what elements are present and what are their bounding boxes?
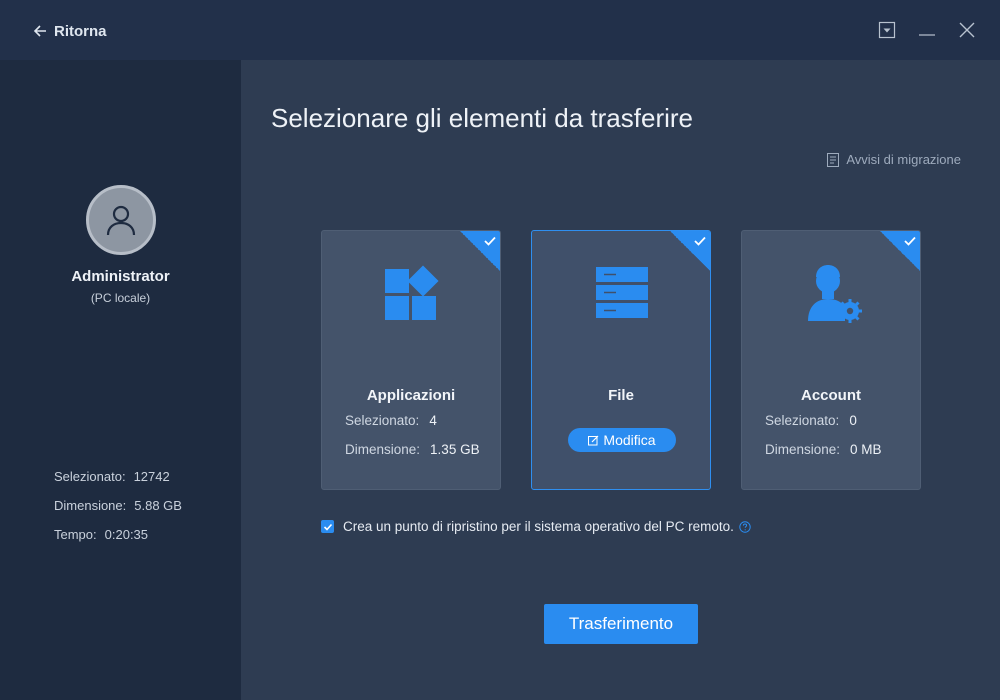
checkmark-icon [694, 236, 706, 246]
dropdown-menu-button[interactable] [877, 20, 897, 40]
card-applications[interactable]: Applicazioni Selezionato: 4 Dimensione: … [321, 230, 501, 490]
stat-selected: Selezionato: 12742 [54, 469, 182, 498]
restore-point-label: Crea un punto di ripristino per il siste… [343, 519, 734, 534]
card-selected-value: 4 [429, 413, 437, 428]
back-button[interactable]: Ritorna [32, 20, 107, 42]
minimize-button[interactable] [917, 20, 937, 40]
stat-value: 5.88 GB [134, 498, 182, 513]
stat-value: 12742 [133, 469, 170, 484]
card-title: Account [801, 387, 861, 404]
card-selected-label: Selezionato: [765, 413, 840, 428]
card-size-label: Dimensione: [765, 442, 841, 457]
card-selected-row: Selezionato: 4 [345, 413, 437, 428]
close-button[interactable] [957, 20, 977, 40]
stat-time: Tempo: 0:20:35 [54, 527, 182, 556]
page-title: Selezionare gli elementi da trasferire [271, 103, 693, 133]
stat-size: Dimensione: 5.88 GB [54, 498, 182, 527]
card-account[interactable]: Account Selezionato: 0 Dimensione: 0 MB [741, 230, 921, 490]
close-icon [959, 22, 975, 38]
edit-label: Modifica [603, 432, 656, 448]
card-file[interactable]: File Modifica [531, 230, 711, 490]
card-size-label: Dimensione: [345, 442, 421, 457]
migration-notes-label: Avvisi di migrazione [846, 152, 961, 167]
stat-label: Tempo: [54, 527, 97, 542]
document-icon [827, 152, 840, 167]
card-size-row: Dimensione: 0 MB [765, 442, 882, 457]
edit-icon [588, 435, 599, 445]
card-size-value: 0 MB [850, 442, 882, 457]
checkmark-icon [904, 236, 916, 246]
help-icon[interactable] [739, 520, 751, 533]
card-size-value: 1.35 GB [430, 442, 480, 457]
card-size-row: Dimensione: 1.35 GB [345, 442, 480, 457]
edit-button[interactable]: Modifica [568, 428, 676, 452]
avatar [86, 185, 156, 255]
account-settings-icon [808, 265, 862, 323]
selected-corner [460, 231, 500, 271]
checkmark-icon [323, 523, 332, 531]
title-bar: Ritorna [0, 0, 1000, 60]
transfer-button[interactable]: Trasferimento [544, 604, 698, 644]
stat-label: Selezionato: [54, 469, 126, 484]
transfer-stats: Selezionato: 12742 Dimensione: 5.88 GB T… [54, 469, 182, 556]
user-name: Administrator [71, 268, 170, 285]
card-title: Applicazioni [366, 387, 456, 404]
stat-label: Dimensione: [54, 498, 127, 513]
checkmark-icon [484, 236, 496, 246]
restore-point-checkbox[interactable] [321, 520, 334, 533]
restore-point-option: Crea un punto di ripristino per il siste… [321, 519, 751, 534]
selected-corner [880, 231, 920, 271]
user-location: (PC locale) [90, 291, 151, 305]
migration-notes-link[interactable]: Avvisi di migrazione [826, 152, 961, 167]
user-icon [106, 205, 136, 236]
card-selected-value: 0 [849, 413, 857, 428]
files-icon [596, 267, 648, 318]
card-selected-row: Selezionato: 0 [765, 413, 857, 428]
arrow-left-icon [33, 25, 46, 37]
selected-corner [670, 231, 710, 271]
apps-icon [385, 265, 439, 320]
dropdown-icon [878, 21, 896, 39]
card-selected-label: Selezionato: [345, 413, 420, 428]
stat-value: 0:20:35 [104, 527, 149, 542]
minimize-icon [919, 34, 935, 36]
back-label: Ritorna [54, 22, 107, 40]
main-panel: Selezionare gli elementi da trasferire A… [241, 60, 1000, 700]
card-title: File [608, 387, 634, 404]
sidebar: Administrator (PC locale) Selezionato: 1… [0, 60, 241, 700]
